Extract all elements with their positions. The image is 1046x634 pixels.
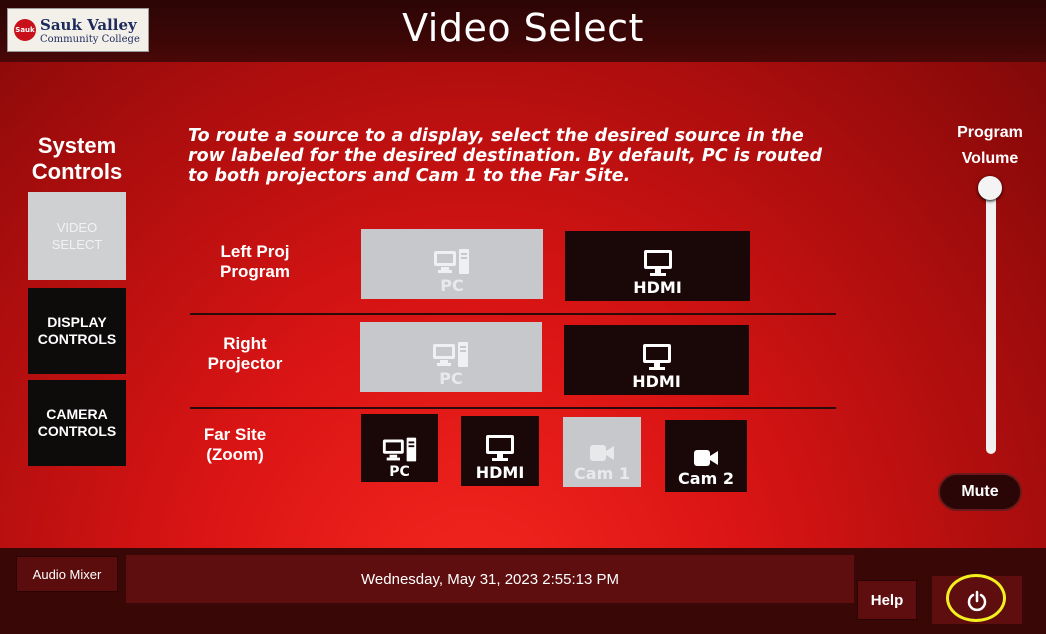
left-proj-pc-button[interactable]: PC	[361, 229, 543, 299]
row-label-far-site: Far Site (Zoom)	[203, 425, 267, 464]
far-site-pc-button[interactable]: PC	[361, 414, 438, 482]
audio-mixer-button[interactable]: Audio Mixer	[16, 556, 118, 592]
source-label: PC	[440, 276, 464, 295]
pc-icon	[431, 341, 471, 369]
left-proj-hdmi-button[interactable]: HDMI	[565, 231, 750, 301]
row-label-left-projector: Left Proj Program	[220, 242, 290, 281]
row-divider	[190, 407, 836, 409]
camera-icon	[587, 442, 617, 464]
far-site-cam1-button[interactable]: Cam 1	[563, 417, 641, 487]
date-time-display: Wednesday, May 31, 2023 2:55:13 PM	[126, 555, 854, 603]
help-button[interactable]: Help	[857, 580, 917, 620]
far-site-hdmi-button[interactable]: HDMI	[461, 416, 539, 486]
volume-slider-handle[interactable]	[978, 176, 1002, 200]
right-proj-hdmi-button[interactable]: HDMI	[564, 325, 749, 395]
monitor-icon	[484, 433, 516, 463]
source-label: HDMI	[632, 372, 681, 391]
source-label: HDMI	[475, 463, 525, 482]
row-label-right-projector: Right Projector	[207, 334, 283, 373]
far-site-cam2-button[interactable]: Cam 2	[665, 420, 747, 492]
source-label: PC	[439, 369, 463, 388]
system-controls-title: System Controls	[31, 133, 123, 184]
mute-button[interactable]: Mute	[938, 473, 1022, 511]
power-icon[interactable]	[966, 590, 988, 616]
pc-icon	[381, 436, 419, 464]
video-select-screen: Sauk Sauk Valley Community College Video…	[0, 0, 1046, 634]
monitor-icon	[642, 248, 674, 278]
display-controls-button[interactable]: DISPLAY CONTROLS	[28, 288, 126, 374]
pc-icon	[432, 248, 472, 276]
right-proj-pc-button[interactable]: PC	[360, 322, 542, 392]
source-label: Cam 1	[574, 464, 630, 483]
camera-controls-button[interactable]: CAMERA CONTROLS	[28, 380, 126, 466]
video-select-button[interactable]: VIDEO SELECT	[28, 192, 126, 280]
source-label: HDMI	[633, 278, 682, 297]
source-label: Cam 2	[678, 469, 734, 488]
source-label: PC	[389, 464, 410, 480]
camera-icon	[691, 447, 721, 469]
program-volume-label: Program Volume	[957, 124, 1023, 167]
instructions-text: To route a source to a display, select t…	[188, 126, 823, 186]
page-title: Video Select	[402, 6, 644, 50]
row-divider	[190, 313, 836, 315]
monitor-icon	[641, 342, 673, 372]
volume-slider-track[interactable]	[986, 188, 996, 454]
